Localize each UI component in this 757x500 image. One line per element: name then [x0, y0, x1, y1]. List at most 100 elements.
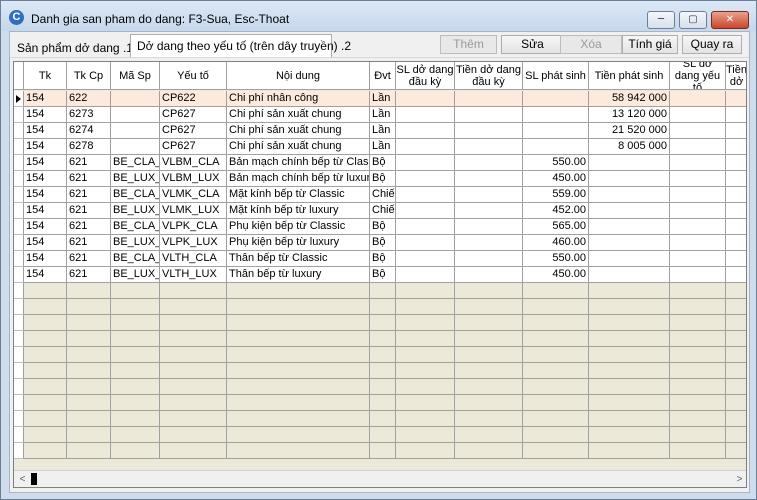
empty-cell[interactable] — [24, 379, 67, 395]
cell-noi-dung[interactable]: Chi phí sản xuất chung — [227, 123, 370, 139]
empty-cell[interactable] — [111, 299, 160, 315]
cell-tien-do[interactable] — [726, 107, 746, 123]
empty-cell[interactable] — [396, 283, 455, 299]
scroll-thumb[interactable] — [31, 473, 37, 485]
close-button[interactable]: ✕ — [711, 11, 749, 29]
empty-cell[interactable] — [396, 443, 455, 459]
cell-tk[interactable]: 154 — [24, 267, 67, 283]
cell-sl-ddk[interactable] — [396, 91, 455, 107]
cell-dvt[interactable]: Chiếc — [370, 203, 396, 219]
row-selector[interactable] — [14, 427, 24, 443]
empty-cell[interactable] — [67, 443, 111, 459]
empty-cell[interactable] — [67, 331, 111, 347]
data-grid[interactable]: Tk Tk Cp Mã Sp Yếu tố Nội dung Đvt SL dở… — [13, 61, 747, 488]
empty-cell[interactable] — [24, 411, 67, 427]
empty-cell[interactable] — [24, 363, 67, 379]
empty-cell[interactable] — [111, 283, 160, 299]
empty-cell[interactable] — [227, 315, 370, 331]
empty-cell[interactable] — [227, 363, 370, 379]
empty-cell[interactable] — [24, 299, 67, 315]
cell-dvt[interactable]: Lần — [370, 107, 396, 123]
cell-sl-phat-sinh[interactable] — [523, 139, 589, 155]
empty-cell[interactable] — [589, 363, 670, 379]
empty-cell[interactable] — [396, 427, 455, 443]
row-selector[interactable] — [14, 411, 24, 427]
cell-tien-ddk[interactable] — [455, 123, 523, 139]
empty-cell[interactable] — [67, 379, 111, 395]
empty-cell[interactable] — [589, 283, 670, 299]
cell-ma-sp[interactable]: BE_LUX_ — [111, 235, 160, 251]
empty-cell[interactable] — [24, 395, 67, 411]
cell-ma-sp[interactable]: BE_CLA_ — [111, 219, 160, 235]
cell-sl-phat-sinh[interactable]: 460.00 — [523, 235, 589, 251]
cell-tk[interactable]: 154 — [24, 107, 67, 123]
empty-cell[interactable] — [370, 411, 396, 427]
cell-dvt[interactable]: Bộ — [370, 267, 396, 283]
cell-tien-do[interactable] — [726, 91, 746, 107]
cell-sl-phat-sinh[interactable] — [523, 91, 589, 107]
empty-cell[interactable] — [523, 299, 589, 315]
cell-ma-sp[interactable] — [111, 91, 160, 107]
empty-cell[interactable] — [160, 347, 227, 363]
empty-cell[interactable] — [726, 315, 746, 331]
cell-ma-sp[interactable]: BE_CLA_ — [111, 187, 160, 203]
cell-tien-phat-sinh[interactable] — [589, 203, 670, 219]
cell-sl-ddk[interactable] — [396, 251, 455, 267]
cell-tk-cp[interactable]: 621 — [67, 235, 111, 251]
col-header-yeu-to[interactable]: Yếu tố — [160, 62, 227, 90]
row-selector[interactable] — [14, 363, 24, 379]
empty-cell[interactable] — [523, 443, 589, 459]
row-selector[interactable] — [14, 443, 24, 459]
empty-cell[interactable] — [523, 283, 589, 299]
empty-cell[interactable] — [160, 315, 227, 331]
cell-yeu-to[interactable]: CP622 — [160, 91, 227, 107]
empty-cell[interactable] — [523, 331, 589, 347]
col-header-tk-cp[interactable]: Tk Cp — [67, 62, 111, 90]
scroll-left-arrow-icon[interactable]: < — [14, 471, 31, 487]
cell-tk-cp[interactable]: 6274 — [67, 123, 111, 139]
cell-tk-cp[interactable]: 621 — [67, 203, 111, 219]
empty-cell[interactable] — [111, 395, 160, 411]
empty-cell[interactable] — [111, 411, 160, 427]
cell-noi-dung[interactable]: Mặt kính bếp từ luxury — [227, 203, 370, 219]
empty-cell[interactable] — [589, 315, 670, 331]
empty-cell[interactable] — [670, 411, 726, 427]
cell-tien-do[interactable] — [726, 139, 746, 155]
cell-tk-cp[interactable]: 6273 — [67, 107, 111, 123]
cell-tk[interactable]: 154 — [24, 219, 67, 235]
empty-cell[interactable] — [726, 395, 746, 411]
cell-sl-phat-sinh[interactable]: 452.00 — [523, 203, 589, 219]
cell-tk-cp[interactable]: 621 — [67, 251, 111, 267]
empty-cell[interactable] — [24, 331, 67, 347]
empty-cell[interactable] — [523, 395, 589, 411]
empty-cell[interactable] — [67, 427, 111, 443]
empty-cell[interactable] — [370, 347, 396, 363]
cell-sl-yeu-to[interactable] — [670, 107, 726, 123]
empty-cell[interactable] — [160, 331, 227, 347]
empty-cell[interactable] — [396, 299, 455, 315]
empty-cell[interactable] — [670, 299, 726, 315]
empty-cell[interactable] — [160, 427, 227, 443]
cell-ma-sp[interactable] — [111, 139, 160, 155]
empty-cell[interactable] — [726, 443, 746, 459]
row-selector[interactable] — [14, 139, 24, 155]
minimize-button[interactable]: ─ — [647, 11, 675, 29]
cell-dvt[interactable]: Lần — [370, 139, 396, 155]
empty-cell[interactable] — [455, 363, 523, 379]
cell-yeu-to[interactable]: VLMK_LUX — [160, 203, 227, 219]
empty-cell[interactable] — [67, 315, 111, 331]
cell-tk-cp[interactable]: 6278 — [67, 139, 111, 155]
cell-tk[interactable]: 154 — [24, 171, 67, 187]
cell-dvt[interactable]: Lần — [370, 123, 396, 139]
cell-sl-yeu-to[interactable] — [670, 219, 726, 235]
empty-cell[interactable] — [370, 443, 396, 459]
empty-cell[interactable] — [227, 299, 370, 315]
cell-dvt[interactable]: Bộ — [370, 155, 396, 171]
cell-ma-sp[interactable]: BE_CLA_ — [111, 251, 160, 267]
empty-cell[interactable] — [670, 379, 726, 395]
empty-cell[interactable] — [455, 411, 523, 427]
cell-sl-ddk[interactable] — [396, 123, 455, 139]
cell-noi-dung[interactable]: Mặt kính bếp từ Classic — [227, 187, 370, 203]
cell-dvt[interactable]: Bộ — [370, 171, 396, 187]
cell-tien-do[interactable] — [726, 187, 746, 203]
